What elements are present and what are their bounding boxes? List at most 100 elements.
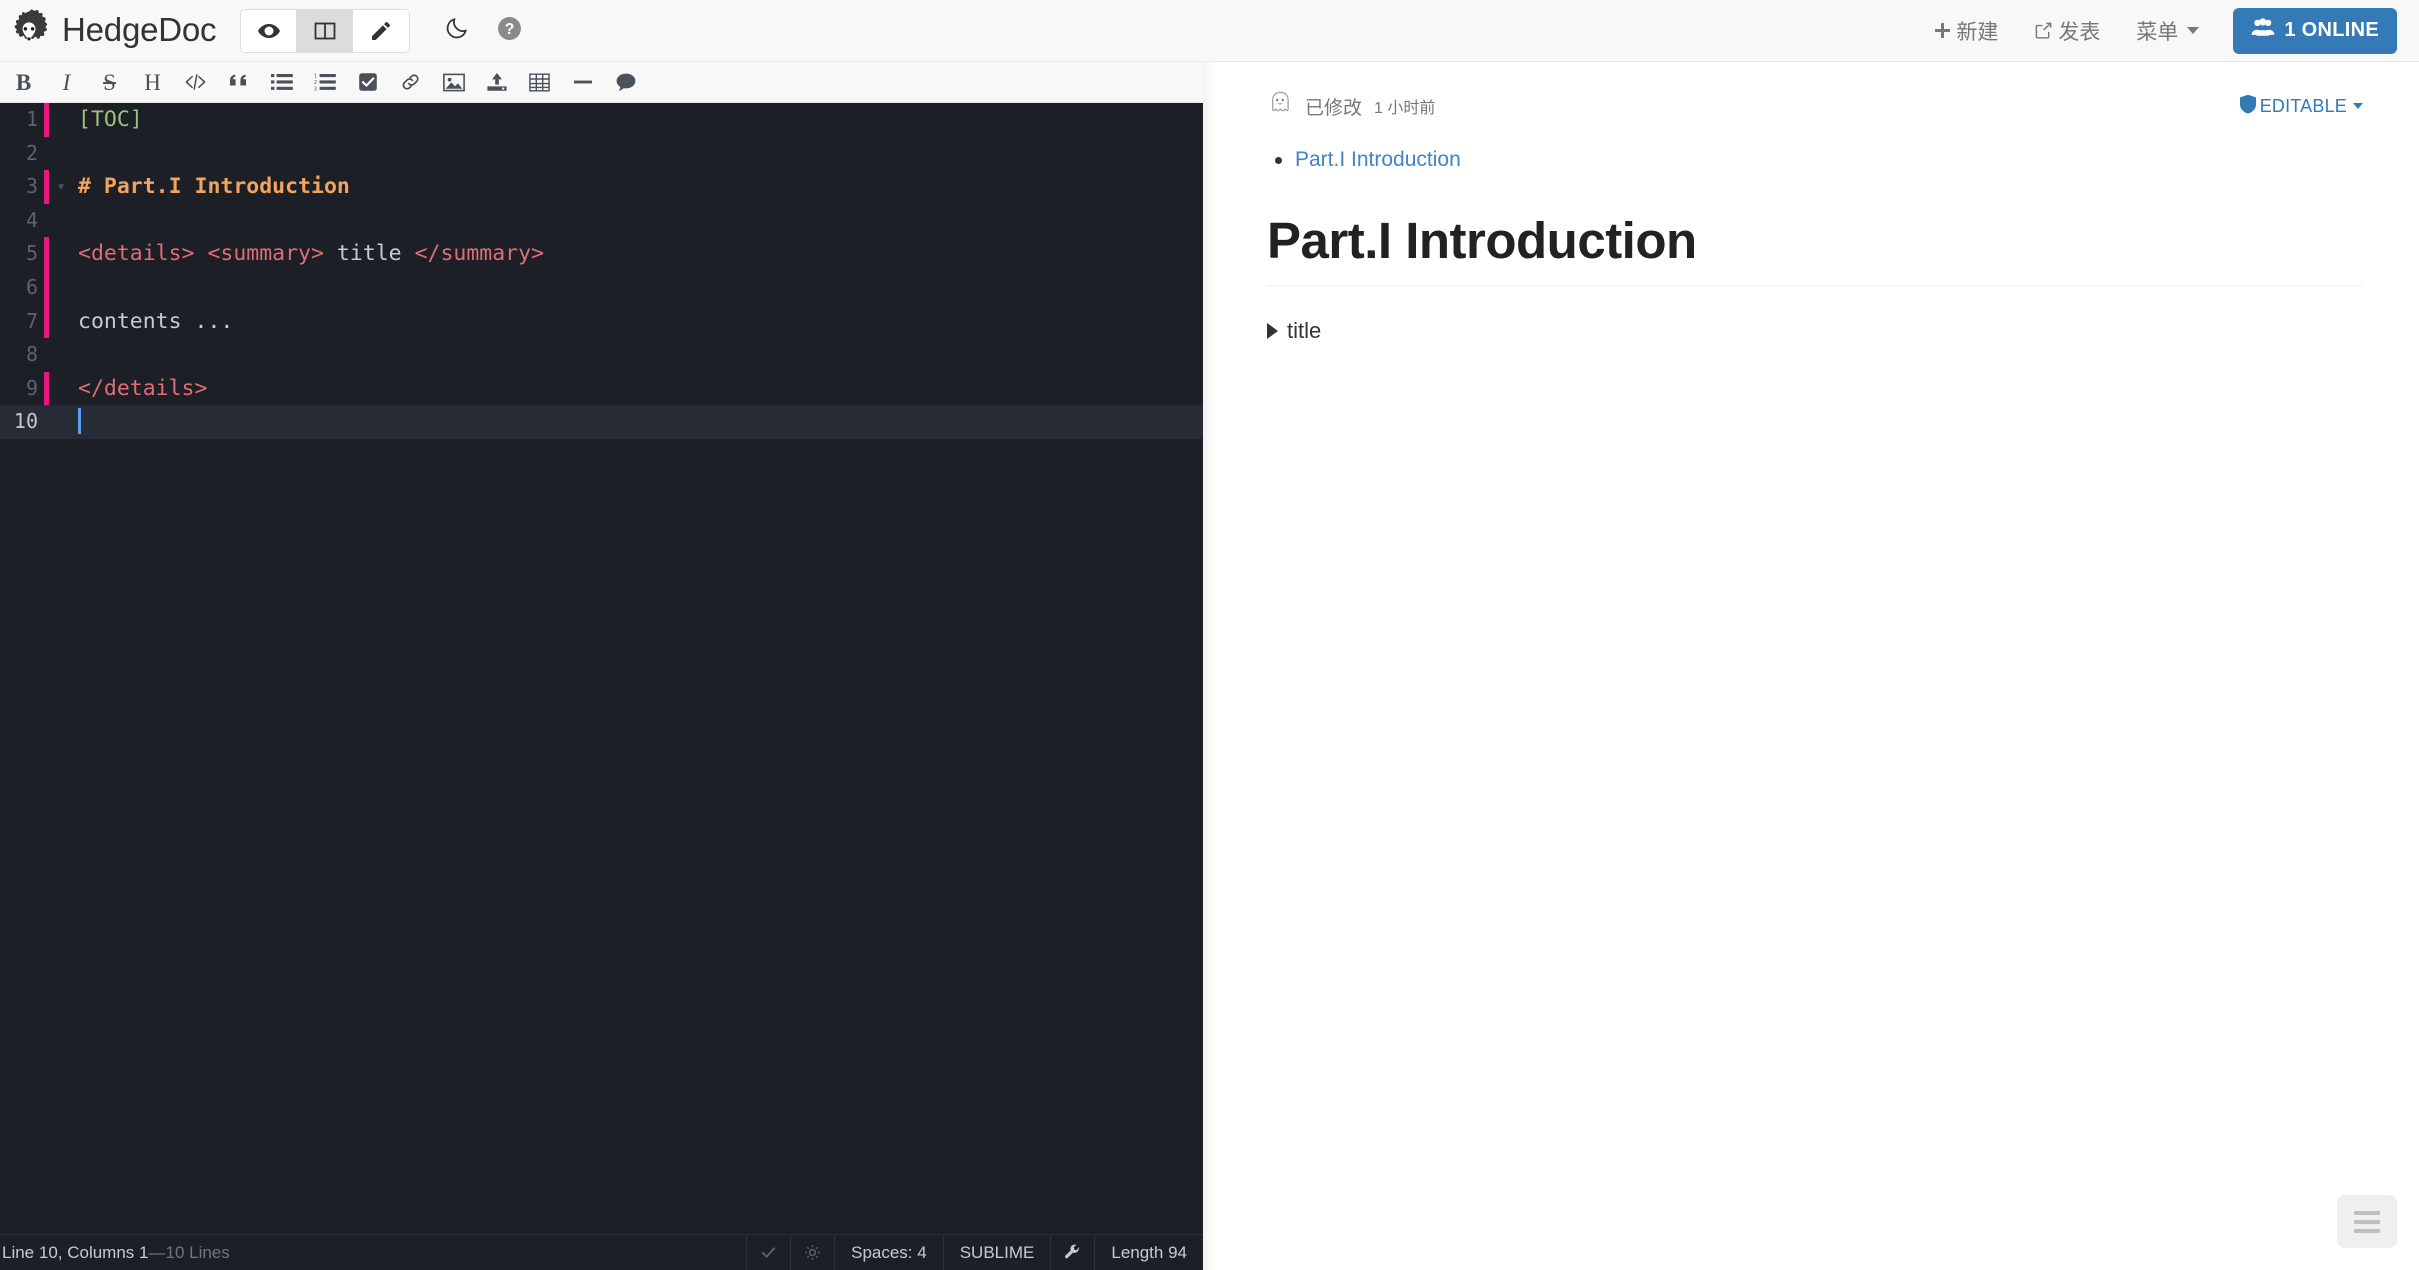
line-number: 4 — [25, 207, 38, 232]
svg-text:3: 3 — [314, 86, 317, 91]
new-note-button[interactable]: 新建 — [1916, 0, 2016, 61]
editor-line[interactable]: 3 ▾ # Part.I Introduction — [0, 170, 1203, 204]
table-icon — [529, 73, 550, 92]
link-button[interactable] — [389, 62, 432, 102]
code-token: contents ... — [78, 308, 234, 334]
triangle-right-icon — [1267, 323, 1278, 340]
users-icon — [2251, 18, 2275, 43]
check-list-button[interactable] — [346, 62, 389, 102]
line-number: 6 — [25, 274, 38, 299]
ordered-list-button[interactable]: 1 2 3 — [303, 62, 346, 102]
mode-button-both[interactable] — [297, 9, 354, 52]
editor-line[interactable]: 2 — [0, 137, 1203, 171]
toc-toggle-button[interactable] — [2337, 1195, 2397, 1248]
night-mode-button[interactable] — [442, 16, 472, 46]
code-token: # Part.I Introduction — [78, 174, 350, 200]
bold-button[interactable]: B — [2, 62, 45, 102]
line-change-marker — [44, 405, 49, 439]
new-note-label: 新建 — [1956, 20, 1999, 44]
editor-line[interactable]: 1 [TOC] — [0, 103, 1203, 137]
status-separator: — — [148, 1242, 166, 1262]
code-editor[interactable]: 1 [TOC] 2 3 ▾ # Part.I Introduction 4 5 <details… — [0, 103, 1203, 1234]
heading-button[interactable]: H — [131, 62, 174, 102]
comment-button[interactable] — [604, 62, 647, 102]
line-number: 7 — [25, 308, 38, 333]
heading-icon: H — [144, 69, 161, 95]
quote-button[interactable] — [217, 62, 260, 102]
upload-button[interactable] — [475, 62, 518, 102]
mode-button-view[interactable] — [241, 9, 298, 52]
toc-link[interactable]: Part.I Introduction — [1295, 148, 1461, 171]
saved-status-button[interactable] — [746, 1235, 790, 1270]
cursor-position-status: Line 10, Columns 1 — 10 Lines — [0, 1235, 746, 1270]
sync-status-button[interactable] — [790, 1235, 834, 1270]
unordered-list-button[interactable] — [260, 62, 303, 102]
question-circle-icon: ? — [497, 16, 522, 46]
editor-settings-button[interactable] — [1050, 1235, 1094, 1270]
last-modified-status: 已修改 1 小时前 — [1267, 90, 1435, 122]
ghost-avatar-icon — [1267, 90, 1293, 122]
italic-button[interactable]: I — [45, 62, 88, 102]
details-disclosure[interactable]: title — [1267, 316, 2363, 346]
line-change-marker — [44, 371, 49, 406]
editor-status-bar: Line 10, Columns 1 — 10 Lines Spaces: 4 — [0, 1234, 1203, 1270]
line-change-marker — [44, 204, 49, 238]
keymap-button[interactable]: SUBLIME — [942, 1235, 1051, 1270]
strikethrough-button[interactable]: S — [88, 62, 131, 102]
help-button[interactable]: ? — [494, 16, 524, 46]
image-button[interactable] — [432, 62, 475, 102]
hedgehog-logo-icon — [6, 8, 52, 54]
line-change-marker — [44, 270, 49, 305]
plus-icon — [1934, 22, 1951, 39]
editor-line[interactable]: 9 </details> — [0, 371, 1203, 406]
horizontal-rule-button[interactable] — [561, 62, 604, 102]
total-lines-label: 10 Lines — [165, 1242, 230, 1262]
share-square-icon — [2034, 21, 2053, 40]
preview-topbar: 已修改 1 小时前 EDITABLE — [1217, 62, 2419, 122]
line-number: 5 — [25, 241, 38, 266]
line-number: 9 — [25, 375, 38, 400]
strikethrough-icon: S — [103, 69, 116, 95]
menu-dropdown[interactable]: 菜单 — [2118, 0, 2217, 61]
link-icon — [400, 72, 422, 92]
indentation-label: Spaces: 4 — [851, 1242, 927, 1262]
line-change-marker — [44, 338, 49, 372]
permission-dropdown[interactable]: EDITABLE — [2239, 94, 2363, 119]
code-token: </summary> — [414, 241, 545, 267]
publish-button[interactable]: 发表 — [2016, 0, 2118, 61]
editor-line[interactable]: 7 contents ... — [0, 304, 1203, 339]
fold-toggle-icon[interactable]: ▾ — [49, 170, 73, 204]
modified-time: 1 小时前 — [1374, 100, 1436, 117]
eye-icon — [257, 19, 281, 43]
gear-icon — [804, 1244, 821, 1261]
page-title: Part.I Introduction — [1267, 210, 2363, 287]
unordered-list-icon — [270, 73, 293, 91]
menu-label: 菜单 — [2136, 20, 2179, 44]
editor-line-content: </details> — [73, 372, 1203, 406]
editor-line[interactable]: 6 — [0, 270, 1203, 305]
table-button[interactable] — [518, 62, 561, 102]
code-button[interactable] — [174, 62, 217, 102]
line-change-marker — [44, 137, 49, 171]
chevron-down-icon — [2353, 103, 2363, 109]
editor-line[interactable]: 4 — [0, 204, 1203, 238]
editor-line-content: [TOC] — [73, 103, 1203, 137]
line-change-marker — [44, 304, 49, 339]
editor-line[interactable]: 10 — [0, 405, 1203, 439]
checkbox-icon — [358, 72, 378, 92]
code-token: <details> <summary> — [78, 241, 324, 267]
pane-splitter[interactable] — [1203, 62, 1217, 1270]
navbar-right-group: 新建 发表 菜单 1 ONLINE — [1916, 0, 2419, 61]
line-number: 1 — [25, 107, 38, 131]
indentation-button[interactable]: Spaces: 4 — [834, 1235, 943, 1270]
publish-label: 发表 — [2058, 20, 2101, 44]
navbar-left-group: HedgeDoc ? — [0, 8, 524, 54]
online-count-badge[interactable]: 1 ONLINE — [2233, 7, 2397, 54]
editor-line[interactable]: 8 — [0, 338, 1203, 372]
italic-icon: I — [62, 69, 71, 95]
pencil-icon — [369, 19, 393, 43]
cursor-position-label: Line 10, Columns 1 — [2, 1242, 149, 1262]
mode-button-edit[interactable] — [353, 9, 410, 52]
code-token: </details> — [78, 375, 208, 401]
editor-line[interactable]: 5 <details> <summary> title </summary> — [0, 237, 1203, 271]
